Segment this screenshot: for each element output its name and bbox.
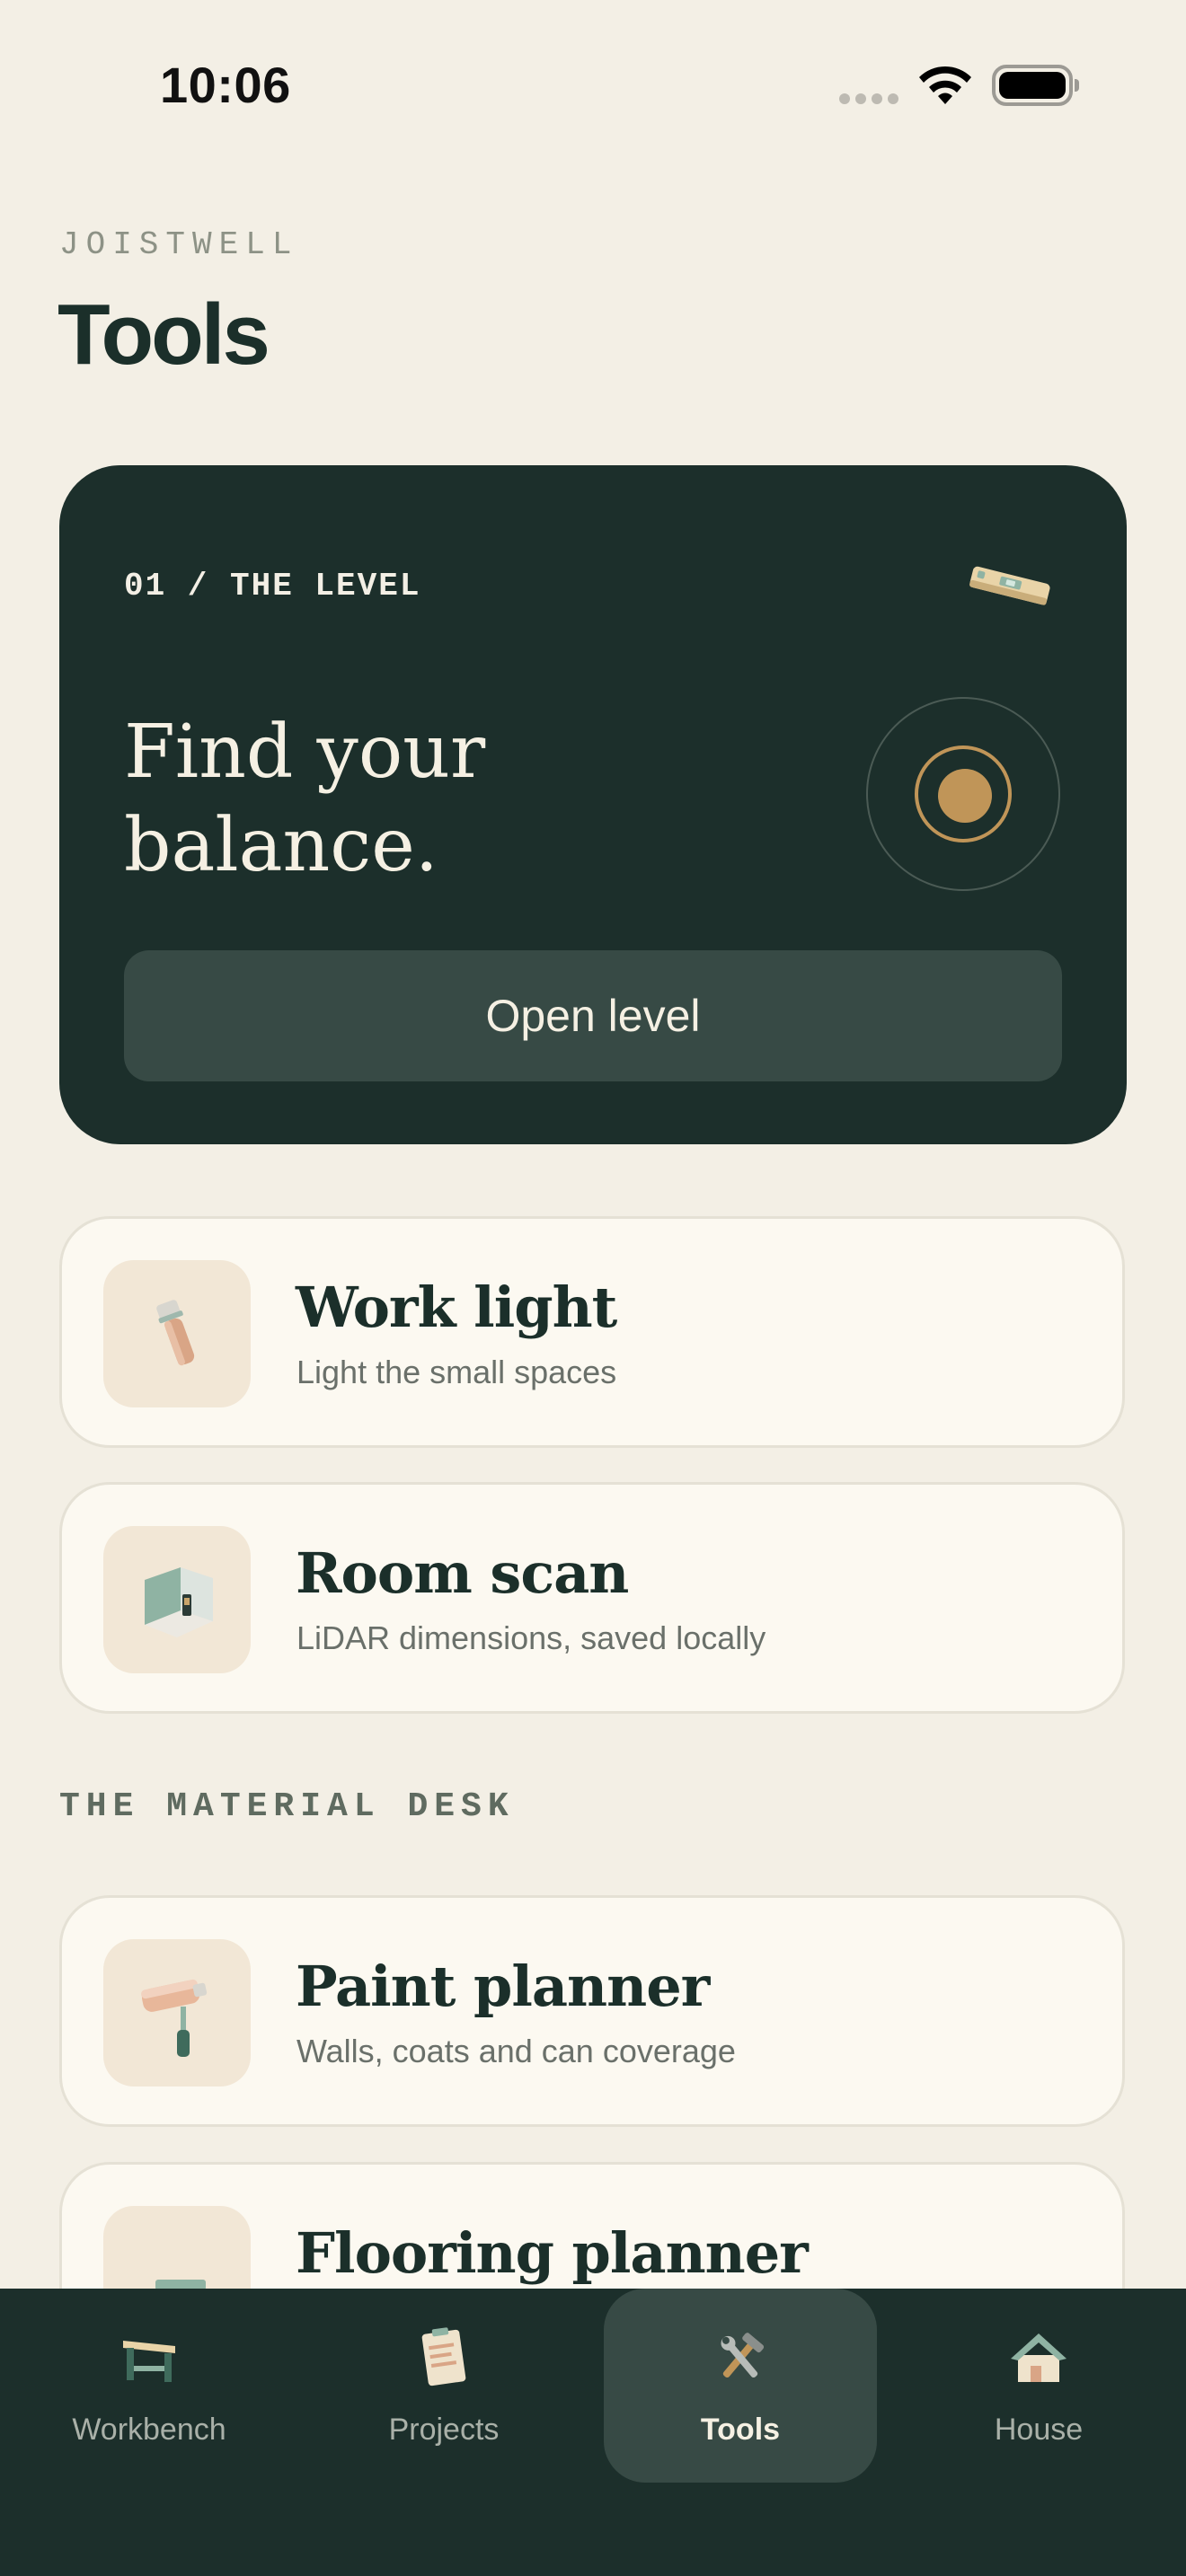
tool-title: Paint planner [296, 1954, 710, 2019]
tab-projects[interactable]: Projects [307, 2289, 580, 2483]
tool-subtitle: LiDAR dimensions, saved locally [296, 1619, 766, 1656]
status-time: 10:06 [160, 57, 291, 113]
level-bubble-indicator [866, 697, 1060, 891]
tab-label: House [994, 2413, 1084, 2447]
tool-title: Flooring planner [296, 2220, 809, 2286]
tab-tools[interactable]: Tools [604, 2289, 877, 2483]
battery-icon [992, 65, 1079, 106]
tool-icon-box [103, 1939, 251, 2086]
tool-icon-box [103, 1526, 251, 1673]
spirit-level-icon [969, 566, 1050, 605]
tool-subtitle: Light the small spaces [296, 1354, 617, 1390]
brand-name: JOISTWELL [59, 226, 299, 263]
tab-workbench[interactable]: Workbench [13, 2289, 286, 2483]
page-title: Tools [58, 287, 270, 383]
tab-bar: Workbench Projects Tools House [0, 2289, 1186, 2576]
tab-label: Projects [388, 2413, 500, 2447]
hero-kicker: 01 / THE LEVEL [124, 568, 421, 604]
bubble-dot [938, 769, 992, 823]
hero-headline: Find your balance. [124, 706, 753, 893]
hero-headline-line1: Find your [124, 710, 486, 795]
tool-subtitle: Walls, coats and can coverage [296, 2033, 736, 2069]
house-icon [1011, 2333, 1067, 2382]
workbench-icon [123, 2341, 175, 2382]
paint-roller-icon [141, 1979, 208, 2057]
tool-card-room-scan[interactable]: Room scan LiDAR dimensions, saved locall… [59, 1482, 1125, 1714]
tool-card-work-light[interactable]: Work light Light the small spaces [59, 1216, 1125, 1448]
clipboard-icon [421, 2327, 466, 2386]
level-hero-card: 01 / THE LEVEL Find your balance. Open l… [59, 465, 1127, 1144]
room-scan-icon [145, 1567, 213, 1637]
tools-icon [721, 2333, 765, 2378]
open-level-button[interactable]: Open level [124, 950, 1062, 1081]
tab-label: Tools [700, 2413, 781, 2447]
tool-title: Work light [296, 1275, 617, 1340]
tool-title: Room scan [296, 1540, 629, 1606]
hero-headline-line2: balance. [124, 803, 438, 888]
flashlight-icon [156, 1300, 195, 1366]
tab-label: Workbench [72, 2413, 226, 2447]
wifi-icon [919, 66, 971, 104]
tool-card-paint-planner[interactable]: Paint planner Walls, coats and can cover… [59, 1895, 1125, 2127]
tool-icon-box [103, 1260, 251, 1407]
status-bar: 10:06 [0, 0, 1186, 171]
cellular-signal-icon [839, 93, 898, 104]
tab-house[interactable]: House [902, 2289, 1175, 2483]
section-heading-material-desk: THE MATERIAL DESK [59, 1787, 515, 1826]
